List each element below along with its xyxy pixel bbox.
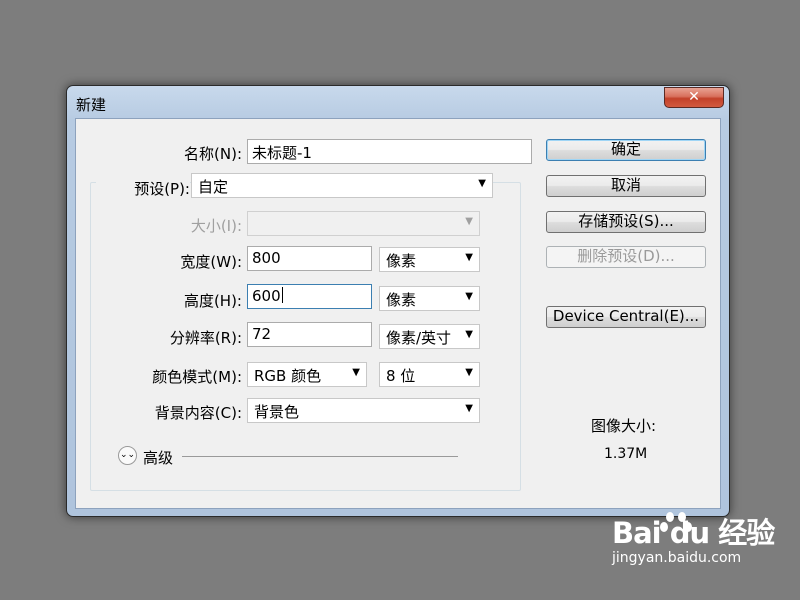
image-size-label: 图像大小:: [591, 417, 657, 435]
name-field[interactable]: 未标题-1: [247, 139, 532, 164]
height-field[interactable]: 600: [247, 284, 372, 309]
dialog-title: 新建: [76, 96, 107, 114]
new-document-dialog: 新建 ✕ 名称(N): 未标题-1 预设(P): 自定 ▼ 大小(I): ▼ 宽…: [66, 85, 730, 517]
resolution-unit-value: 像素/英寸: [386, 329, 452, 347]
size-select: ▼: [247, 211, 480, 236]
dialog-body: 名称(N): 未标题-1 预设(P): 自定 ▼ 大小(I): ▼ 宽度(W):…: [75, 118, 721, 509]
watermark-url: jingyan.baidu.com: [612, 550, 742, 566]
resolution-field[interactable]: 72: [247, 322, 372, 347]
watermark-logo: Bai du 经验: [612, 516, 775, 550]
resolution-unit-select[interactable]: 像素/英寸 ▼: [379, 324, 480, 349]
preset-label: 预设(P):: [96, 178, 190, 199]
background-select[interactable]: 背景色 ▼: [247, 398, 480, 423]
advanced-label[interactable]: 高级: [143, 447, 173, 468]
width-field[interactable]: 800: [247, 246, 372, 271]
color-mode-select[interactable]: RGB 颜色 ▼: [247, 362, 367, 387]
advanced-divider: [182, 456, 458, 457]
preset-value: 自定: [198, 178, 229, 196]
height-value: 600: [252, 287, 281, 305]
chevron-down-icon: ▼: [465, 367, 473, 378]
width-label: 宽度(W):: [180, 253, 242, 271]
ok-button[interactable]: 确定: [546, 139, 706, 161]
chevron-down-icon: ▼: [465, 252, 473, 263]
text-caret: [281, 287, 283, 303]
height-label: 高度(H):: [183, 292, 242, 310]
width-unit-value: 像素: [386, 252, 417, 270]
background-value: 背景色: [254, 403, 300, 421]
resolution-label: 分辨率(R):: [169, 329, 242, 347]
chevron-down-icon: ▼: [352, 367, 360, 378]
delete-preset-button: 删除预设(D)...: [546, 246, 706, 268]
save-preset-button[interactable]: 存储预设(S)...: [546, 211, 706, 233]
bit-depth-value: 8 位: [386, 367, 416, 385]
color-mode-label: 颜色模式(M):: [152, 368, 242, 386]
bit-depth-select[interactable]: 8 位 ▼: [379, 362, 480, 387]
close-button[interactable]: ✕: [664, 87, 724, 108]
preset-select[interactable]: 自定 ▼: [191, 173, 493, 198]
device-central-button[interactable]: Device Central(E)...: [546, 306, 706, 328]
chevron-down-icon: ▼: [478, 178, 486, 189]
baidu-jingyan-watermark: Bai du 经验 jingyan.baidu.com: [612, 510, 775, 566]
cancel-button[interactable]: 取消: [546, 175, 706, 197]
background-label: 背景内容(C):: [154, 404, 242, 422]
size-label: 大小(I):: [190, 217, 242, 235]
width-unit-select[interactable]: 像素 ▼: [379, 247, 480, 272]
title-bar[interactable]: 新建 ✕: [67, 86, 729, 120]
chevron-down-icon: ▼: [465, 291, 473, 302]
expand-advanced-icon[interactable]: ⌄⌄: [118, 446, 137, 465]
chevron-down-icon: ▼: [465, 329, 473, 340]
image-size-value: 1.37M: [604, 446, 648, 462]
height-unit-value: 像素: [386, 291, 417, 309]
height-unit-select[interactable]: 像素 ▼: [379, 286, 480, 311]
color-mode-value: RGB 颜色: [254, 367, 322, 385]
chevron-down-icon: ▼: [465, 403, 473, 414]
name-label: 名称(N):: [184, 145, 242, 163]
chevron-down-icon: ▼: [465, 216, 473, 227]
